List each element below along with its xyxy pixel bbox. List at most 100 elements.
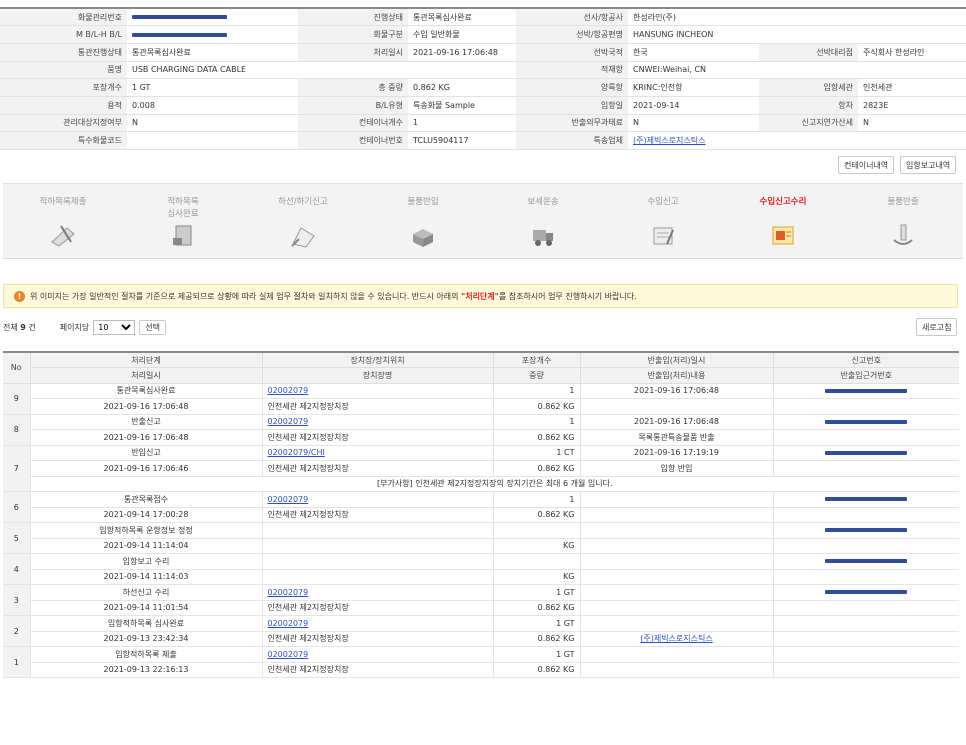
info-value: 2823E: [858, 96, 966, 115]
accepted-stamp-icon: [769, 222, 797, 248]
io-desc-cell: [580, 600, 774, 616]
location-name-cell: 인천세관 제2지정장치장: [262, 429, 494, 446]
stage-cell: 통관목록접수: [30, 491, 263, 508]
info-label: 반출의무과태료: [516, 114, 628, 133]
weight-cell: 0.862 KG: [493, 429, 581, 446]
io-time-cell: [580, 615, 774, 632]
location-name-cell: 인천세관 제2지정장치장: [262, 600, 494, 616]
step-label: 수입신고: [647, 197, 679, 207]
io-desc-link[interactable]: (주)제빅스로지스틱스: [640, 634, 712, 643]
courier-link[interactable]: (주)제빅스로지스틱스: [633, 136, 705, 145]
io-desc-cell: (주)제빅스로지스틱스: [580, 631, 774, 647]
io-desc-cell: [580, 538, 774, 554]
table-row: 9 통관목록심사완료 02002079 1 2021-09-16 17:06:48: [3, 383, 959, 415]
info-value: 한국: [628, 43, 759, 62]
step-8: 물품반출: [843, 184, 963, 258]
row-number: 2: [3, 615, 31, 647]
entry-report-button[interactable]: 입항보고내역: [900, 156, 957, 174]
table-row: 1 입항적하목록 제출 02002079 1 GT: [3, 646, 959, 678]
location-link[interactable]: 02002079: [268, 650, 309, 659]
info-value: 통관목록심사완료: [127, 43, 298, 62]
truck-icon: [529, 222, 557, 248]
step-label: 수입신고수리: [759, 197, 807, 207]
info-value: N: [127, 114, 298, 133]
select-button[interactable]: 선택: [139, 319, 166, 335]
location-name-cell: 인천세관 제2지정장치장: [262, 398, 494, 415]
io-desc-cell: [580, 507, 774, 523]
location-cell: 02002079: [262, 414, 494, 430]
stage-cell: 반출신고: [30, 414, 263, 430]
declaration-cell: [773, 383, 959, 399]
info-value: HANSUNG INCHEON: [628, 25, 966, 44]
location-link[interactable]: 02002079: [268, 588, 309, 597]
step-2: 적하목록 심사완료: [123, 184, 243, 258]
location-cell: [262, 522, 494, 539]
redacted-value: [825, 590, 908, 595]
info-value: N: [628, 114, 759, 133]
table-row: 6 통관목록접수 02002079 1: [3, 491, 959, 523]
stage-cell: 입항보고 수리: [30, 553, 263, 570]
table-row-extra: [부가사항] 인천세관 제2지정장치장의 장치기간은 최대 6 개월 입니다.: [3, 476, 959, 492]
header-basis: 반출입근거번호: [773, 367, 959, 384]
basis-cell: [773, 631, 959, 647]
time-cell: 2021-09-14 11:14:04: [30, 538, 263, 554]
info-label: M B/L-H B/L: [0, 25, 127, 44]
redacted-value: [132, 32, 227, 37]
info-row: 포장개수 1 GT 총 중량 0.862 KG 양륙항 KRINC:인천항 입항세관 인천세관: [0, 78, 966, 97]
declaration-cell: [773, 414, 959, 430]
location-link[interactable]: 02002079: [268, 495, 309, 504]
info-value[interactable]: (주)제빅스로지스틱스: [628, 131, 966, 150]
stage-cell: 입항적하목록 심사완료: [30, 615, 263, 632]
info-value: 인천세관: [858, 78, 966, 97]
notice-banner: ! 위 이미지는 가장 일반적인 절차를 기준으로 제공되므로 상황에 따라 실…: [3, 284, 958, 308]
declaration-cell: [773, 615, 959, 632]
location-link[interactable]: 02002079: [268, 417, 309, 426]
location-cell: 02002079: [262, 615, 494, 632]
table-row-sub: 2021-09-14 11:01:54 인천세관 제2지정장치장 0.862 KG: [3, 600, 959, 616]
info-label: 관리대상지정여부: [0, 114, 127, 133]
location-link[interactable]: 02002079: [268, 386, 309, 395]
io-time-cell: [580, 646, 774, 663]
package-cell: 1 GT: [493, 615, 581, 632]
row-number: 5: [3, 522, 31, 554]
info-value: TCLU5904117: [408, 131, 516, 150]
info-row: 용적 0.008 B/L유형 특송화물 Sample 입항일 2021-09-14 항차 28…: [0, 96, 966, 115]
info-value: 특송화물 Sample: [408, 96, 516, 115]
notice-text: 위 이미지는 가장 일반적인 절차를 기준으로 제공되므로 상황에 따라 실제 …: [30, 291, 637, 301]
io-desc-cell: 목록통관특송물품 반출: [580, 429, 774, 446]
io-time-cell: [580, 553, 774, 570]
per-page-label: 페이지당: [59, 322, 90, 332]
time-cell: 2021-09-14 11:01:54: [30, 600, 263, 616]
info-label: 통관진행상태: [0, 43, 127, 62]
redacted-value: [825, 419, 908, 424]
info-label: 특수화물코드: [0, 131, 127, 150]
location-link[interactable]: 02002079/CHI: [268, 448, 325, 457]
container-history-button[interactable]: 컨테이너내역: [838, 156, 895, 174]
header-location-name: 장치장명: [262, 367, 494, 384]
table-row: 5 입항적하목록 운항정보 정정: [3, 522, 959, 554]
basis-cell: [773, 460, 959, 477]
row-number: 1: [3, 646, 31, 678]
location-name-cell: 인천세관 제2지정장치장: [262, 662, 494, 678]
info-value: KRINC:인천항: [628, 78, 759, 97]
location-link[interactable]: 02002079: [268, 619, 309, 628]
hand-doc-icon: [889, 222, 917, 248]
per-page-select[interactable]: 10: [93, 319, 136, 335]
info-label: 특송업체: [516, 131, 628, 150]
refresh-button[interactable]: 새로고침: [916, 318, 958, 336]
location-name-cell: 인천세관 제2지정장치장: [262, 507, 494, 523]
form-pen-icon: [649, 222, 677, 248]
step-label: 적하목록 심사완료: [167, 197, 199, 219]
io-desc-cell: 입항 반입: [580, 460, 774, 477]
header-declaration: 신고번호: [773, 351, 959, 368]
info-value: N: [858, 114, 966, 133]
info-value: 2021-09-14: [628, 96, 759, 115]
declaration-cell: [773, 491, 959, 508]
location-name-cell: 인천세관 제2지정장치장: [262, 631, 494, 647]
table-row-sub: 2021-09-14 11:14:04 KG: [3, 538, 959, 554]
package-cell: [493, 522, 581, 539]
table-row-sub: 2021-09-14 11:14:03 KG: [3, 569, 959, 585]
redacted-value: [825, 559, 908, 564]
pager-bar: 전체 9 건 페이지당 10 선택: [3, 318, 166, 336]
table-row: 3 하선신고 수리 02002079 1 GT: [3, 584, 959, 616]
